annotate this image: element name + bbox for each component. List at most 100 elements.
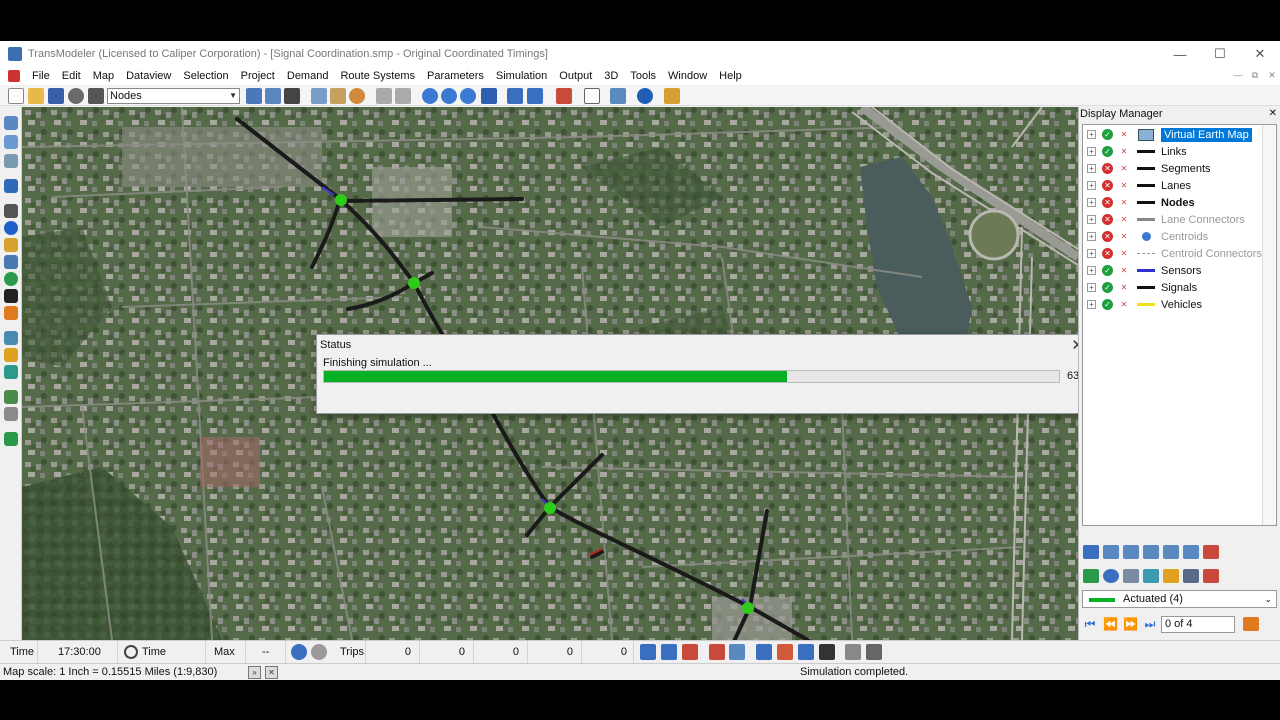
vehicle-monitor-icon[interactable] — [798, 644, 814, 660]
close-x-icon[interactable]: ✕ — [265, 666, 278, 679]
new-file-icon[interactable] — [8, 88, 24, 104]
clear-selection-icon[interactable] — [1203, 545, 1219, 559]
page-indicator[interactable]: 0 of 4 — [1161, 616, 1235, 633]
selectable-toggle-icon[interactable]: ✕ — [1119, 130, 1129, 139]
filter-icon[interactable] — [1183, 569, 1199, 583]
selectable-toggle-icon[interactable]: ✕ — [1119, 283, 1129, 292]
pen-icon[interactable] — [4, 204, 18, 218]
open-folder-icon[interactable] — [28, 88, 44, 104]
layer-list-scrollbar[interactable] — [1262, 125, 1276, 525]
first-page-icon[interactable]: ⏮ — [1083, 617, 1097, 631]
dataview-table-icon[interactable] — [246, 88, 262, 104]
edit-segment-icon[interactable] — [4, 154, 18, 168]
mdi-restore-button[interactable]: ⧉ — [1247, 70, 1263, 82]
transit-icon[interactable] — [4, 331, 18, 345]
zoom-extent-icon[interactable] — [460, 88, 476, 104]
visible-check-icon[interactable]: ✓ — [1102, 129, 1113, 140]
last-page-icon[interactable]: ⏭ — [1143, 617, 1157, 631]
visible-check-icon[interactable]: ✓ — [1102, 265, 1113, 276]
message-sign-icon[interactable] — [4, 365, 18, 379]
remove-filter-icon[interactable] — [1203, 569, 1219, 583]
incident-icon[interactable] — [4, 348, 18, 362]
label-icon[interactable] — [1163, 569, 1179, 583]
layer-row[interactable]: + ✓ ✕ Virtual Earth Map — [1083, 126, 1263, 143]
layer-row[interactable]: + ✕ ✕ Centroids — [1083, 228, 1263, 245]
report-icon[interactable] — [845, 644, 861, 660]
step-icon[interactable] — [729, 644, 745, 660]
expand-icon[interactable]: + — [1087, 130, 1096, 139]
menu-help[interactable]: Help — [713, 70, 748, 82]
select-add-icon[interactable] — [1163, 545, 1179, 559]
expand-icon[interactable]: + — [1087, 164, 1096, 173]
mdi-close-button[interactable]: ✕ — [1264, 70, 1280, 82]
layer-row[interactable]: + ✕ ✕ Segments — [1083, 160, 1263, 177]
selectable-toggle-icon[interactable]: ✕ — [1119, 249, 1129, 258]
expand-icon[interactable]: + — [1087, 181, 1096, 190]
layer-row[interactable]: + ✕ ✕ Nodes — [1083, 194, 1263, 211]
layer-row[interactable]: + ✓ ✕ Links — [1083, 143, 1263, 160]
menu-selection[interactable]: Selection — [177, 70, 234, 82]
zoom-in-icon[interactable] — [422, 88, 438, 104]
hidden-x-icon[interactable]: ✕ — [1102, 180, 1113, 191]
undo-icon[interactable] — [376, 88, 392, 104]
expand-icon[interactable]: + — [1087, 198, 1096, 207]
menu-demand[interactable]: Demand — [281, 70, 335, 82]
next-page-icon[interactable]: ⏩ — [1123, 617, 1138, 631]
settings-gear-icon[interactable] — [68, 88, 84, 104]
layer-row[interactable]: + ✕ ✕ Centroid Connectors — [1083, 245, 1263, 262]
select-filter-icon[interactable] — [1183, 545, 1199, 559]
output-settings-icon[interactable] — [866, 644, 882, 660]
work-zone-icon[interactable] — [4, 306, 18, 320]
zoom-out-icon[interactable] — [441, 88, 457, 104]
selectable-toggle-icon[interactable]: ✕ — [1119, 215, 1129, 224]
pause-simulation-icon[interactable] — [661, 644, 677, 660]
visible-check-icon[interactable]: ✓ — [1102, 299, 1113, 310]
menu-parameters[interactable]: Parameters — [421, 70, 490, 82]
selectable-toggle-icon[interactable]: ✕ — [1119, 300, 1129, 309]
gauge-icon[interactable] — [311, 644, 327, 660]
selectable-toggle-icon[interactable]: ✕ — [1119, 232, 1129, 241]
menu-dataview[interactable]: Dataview — [120, 70, 177, 82]
layer-row[interactable]: + ✕ ✕ Lane Connectors — [1083, 211, 1263, 228]
select-by-pointing-icon[interactable] — [1083, 545, 1099, 559]
hidden-x-icon[interactable]: ✕ — [1102, 197, 1113, 208]
select-by-shape-icon[interactable] — [1143, 545, 1159, 559]
green-tool-icon[interactable] — [4, 432, 18, 446]
binoculars-icon[interactable] — [284, 88, 300, 104]
link-icon[interactable] — [265, 88, 281, 104]
visible-check-icon[interactable]: ✓ — [1102, 146, 1113, 157]
selectable-toggle-icon[interactable]: ✕ — [1119, 266, 1129, 275]
print-icon[interactable] — [88, 88, 104, 104]
add-layer-icon[interactable] — [1083, 569, 1099, 583]
hidden-x-icon[interactable]: ✕ — [1102, 163, 1113, 174]
vehicle-icon[interactable] — [4, 179, 18, 193]
document-icon[interactable] — [8, 70, 20, 82]
hidden-x-icon[interactable]: ✕ — [1102, 248, 1113, 259]
hidden-x-icon[interactable]: ✕ — [1102, 214, 1113, 225]
sign-icon[interactable] — [4, 255, 18, 269]
expand-icon[interactable]: + — [1087, 266, 1096, 275]
hidden-x-icon[interactable]: ✕ — [1102, 231, 1113, 242]
next-scale-icon[interactable] — [527, 88, 543, 104]
visible-check-icon[interactable]: ✓ — [1102, 282, 1113, 293]
layer-row[interactable]: + ✕ ✕ Lanes — [1083, 177, 1263, 194]
edit-node-icon[interactable] — [4, 135, 18, 149]
layer-row[interactable]: + ✓ ✕ Signals — [1083, 279, 1263, 296]
selectable-toggle-icon[interactable]: ✕ — [1119, 198, 1129, 207]
reset-icon[interactable] — [709, 644, 725, 660]
expand-icon[interactable]: + — [1087, 147, 1096, 156]
selectable-toggle-icon[interactable]: ✕ — [1119, 147, 1129, 156]
pan-hand-icon[interactable] — [481, 88, 497, 104]
menu-map[interactable]: Map — [87, 70, 120, 82]
ruler-icon[interactable] — [664, 88, 680, 104]
copy-layer-icon[interactable] — [1143, 569, 1159, 583]
menu-simulation[interactable]: Simulation — [490, 70, 553, 82]
toll-icon[interactable] — [4, 272, 18, 286]
zoom-layer-icon[interactable] — [1103, 569, 1119, 583]
menu-route-systems[interactable]: Route Systems — [334, 70, 421, 82]
display-manager-close-button[interactable]: ✕ — [1269, 107, 1277, 121]
expand-icon[interactable]: + — [1087, 215, 1096, 224]
run-simulation-icon[interactable] — [640, 644, 656, 660]
legend-theme-select[interactable]: Actuated (4) ⌄ — [1082, 590, 1277, 608]
menu-edit[interactable]: Edit — [56, 70, 87, 82]
